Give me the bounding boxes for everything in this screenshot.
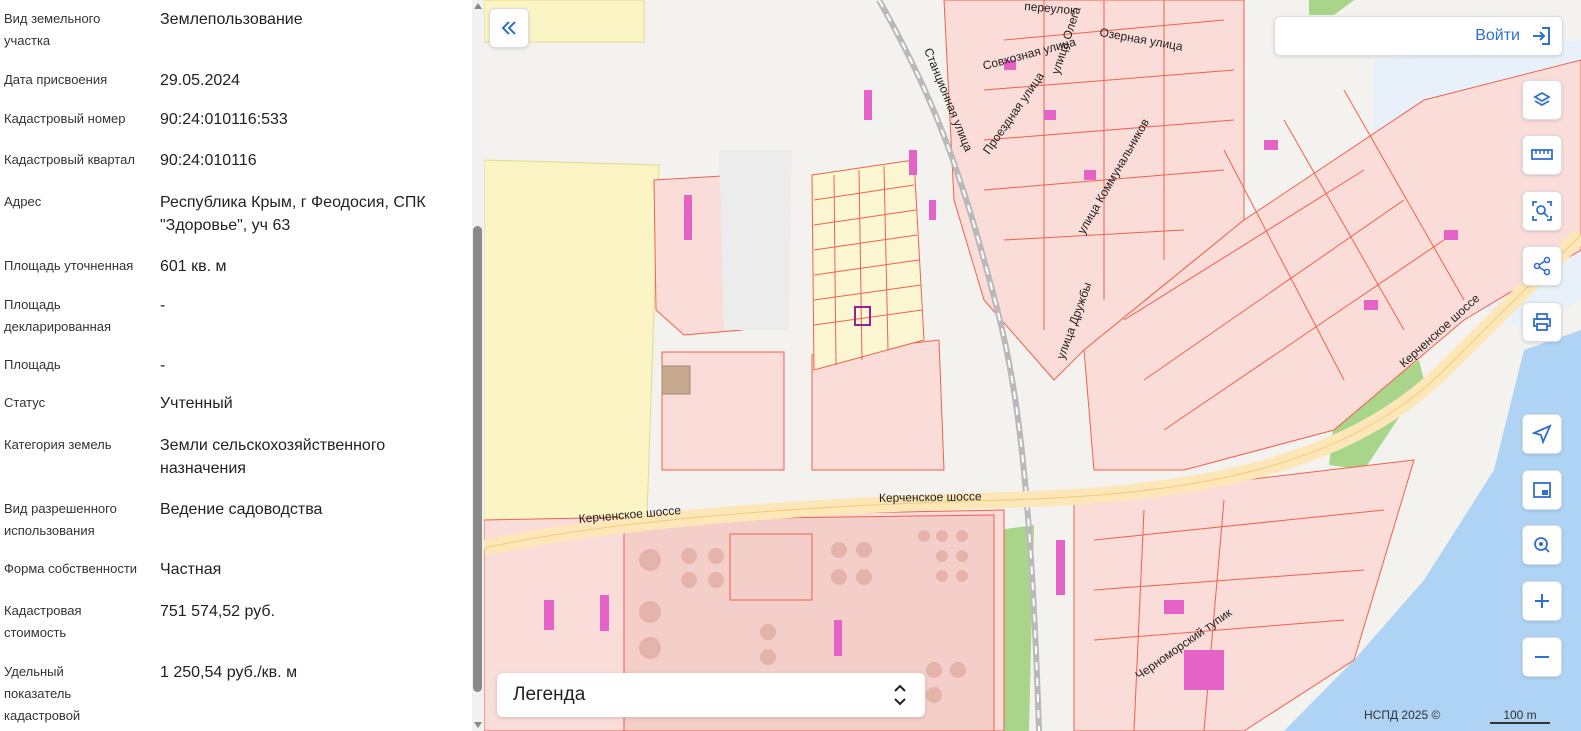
- building: [909, 150, 917, 175]
- map-canvas[interactable]: Керченское шоссе Керченское шоссе Керчен…: [484, 0, 1581, 731]
- property-label: Статус: [4, 395, 46, 410]
- industrial-zone: [719, 150, 792, 330]
- property-panel: Вид земельного участка Землепользование …: [0, 0, 472, 731]
- property-label: Площадь: [4, 357, 61, 372]
- login-button[interactable]: Войти: [1274, 16, 1563, 56]
- double-chevron-left-icon: [501, 21, 516, 35]
- scale-bar: 100 m: [1490, 708, 1550, 724]
- layers-button[interactable]: [1522, 80, 1562, 120]
- property-value: -: [160, 297, 166, 314]
- building: [1084, 170, 1096, 180]
- geo-search-icon: [1534, 537, 1550, 553]
- zoom-out-button[interactable]: [1522, 637, 1562, 677]
- green-area: [1309, 0, 1354, 15]
- copyright-text: НСПД 2025 ©: [1364, 708, 1441, 722]
- property-label: Кадастровый квартал: [4, 152, 135, 167]
- chevron-updown-icon: [894, 684, 906, 706]
- scroll-up-arrow-icon[interactable]: [474, 3, 482, 9]
- select-area-icon: [1532, 201, 1552, 221]
- locate-button[interactable]: [1522, 414, 1562, 454]
- property-value: Землепользование: [160, 11, 303, 28]
- zoom-in-button[interactable]: [1522, 581, 1562, 621]
- building: [1444, 230, 1458, 240]
- building: [1056, 540, 1065, 595]
- building: [1044, 110, 1056, 120]
- ruler-icon: [1531, 149, 1553, 160]
- property-value: 1 250,54 руб./кв. м: [160, 664, 298, 681]
- building: [1364, 300, 1378, 310]
- share-button[interactable]: [1522, 246, 1562, 286]
- property-value: Земли сельскохозяйственного назначения: [160, 437, 386, 477]
- login-label: Войти: [1475, 27, 1520, 44]
- property-label: Вид разрешенного использования: [4, 501, 117, 538]
- property-label: Кадастровая стоимость: [4, 603, 82, 640]
- login-icon: [1533, 27, 1550, 45]
- layers-icon: [1533, 91, 1551, 107]
- panel-scrollbar[interactable]: [472, 0, 484, 731]
- print-icon: [1533, 313, 1551, 331]
- property-label: Форма собственности: [4, 561, 138, 576]
- property-value: -: [160, 357, 166, 374]
- geo-search-button[interactable]: [1522, 525, 1562, 565]
- property-label: Категория земель: [4, 437, 112, 452]
- yellow-zone: [484, 159, 660, 561]
- property-label: Площадь декларированная: [4, 297, 112, 334]
- legend-dropdown[interactable]: Легенда: [497, 673, 925, 717]
- property-label: Адрес: [4, 194, 42, 209]
- plus-icon: [1535, 594, 1549, 608]
- scroll-down-arrow-icon[interactable]: [474, 722, 482, 728]
- locate-arrow-icon: [1532, 424, 1552, 444]
- collapse-panel-button[interactable]: [489, 8, 529, 48]
- property-value: 90:24:010116:533: [160, 111, 288, 128]
- property-label: Кадастровый номер: [4, 111, 126, 126]
- property-value: Республика Крым, г Феодосия, СПК "Здоров…: [160, 194, 426, 234]
- building: [834, 620, 842, 656]
- property-value: 751 574,52 руб.: [160, 603, 276, 620]
- property-value: 601 кв. м: [160, 258, 227, 275]
- minimap-button[interactable]: [1522, 470, 1562, 510]
- ruler-button[interactable]: [1522, 135, 1562, 175]
- legend-label: Легенда: [513, 684, 586, 705]
- property-label: Дата присвоения: [4, 72, 108, 87]
- property-label: Вид земельного участка: [4, 11, 101, 48]
- property-label: Удельный показатель кадастровой стоимост…: [4, 664, 81, 731]
- property-value: Ведение садоводства: [160, 501, 323, 518]
- building: [684, 195, 692, 240]
- scroll-thumb[interactable]: [473, 226, 482, 692]
- building: [600, 595, 609, 631]
- building: [864, 90, 872, 120]
- property-value: 90:24:010116: [160, 152, 257, 169]
- select-area-button[interactable]: [1522, 191, 1562, 231]
- property-label: Площадь уточненная: [4, 258, 134, 273]
- cadastral-map[interactable]: Керченское шоссе Керченское шоссе Керчен…: [484, 0, 1581, 731]
- minimap-icon: [1533, 482, 1551, 498]
- building: [1264, 140, 1278, 150]
- building: [1184, 650, 1224, 690]
- building: [1164, 600, 1184, 614]
- print-button[interactable]: [1522, 302, 1562, 342]
- property-value: 29.05.2024: [160, 72, 241, 89]
- building: [929, 200, 936, 220]
- minus-icon: [1535, 656, 1549, 658]
- share-icon: [1533, 256, 1551, 276]
- building: [544, 600, 554, 630]
- parcel: [661, 365, 691, 395]
- street-label: Керченское шоссе: [879, 489, 982, 505]
- property-value: Частная: [160, 561, 222, 578]
- property-value: Учтенный: [160, 395, 233, 412]
